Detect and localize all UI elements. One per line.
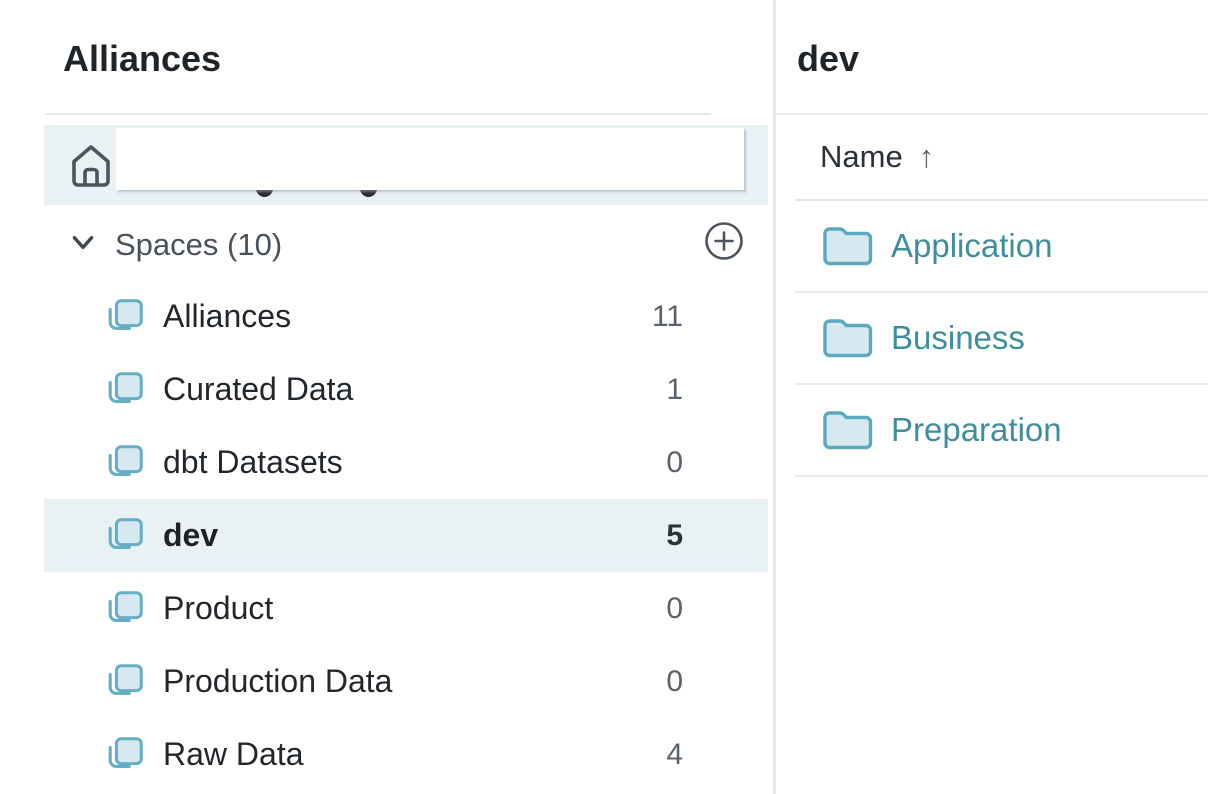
- space-row-raw-data[interactable]: Raw Data 4: [44, 718, 768, 791]
- chevron-down-icon[interactable]: [68, 227, 98, 257]
- space-count: 0: [666, 592, 683, 626]
- folder-link[interactable]: Application: [891, 227, 1052, 265]
- spaces-section-label: Spaces (10): [115, 229, 282, 261]
- space-label: Raw Data: [163, 736, 304, 773]
- home-icon: [65, 140, 117, 192]
- folder-row-business[interactable]: Business: [795, 293, 1208, 385]
- spaces-section-header: Spaces (10): [44, 205, 768, 280]
- space-label: Curated Data: [163, 371, 353, 408]
- space-icon: [104, 442, 146, 484]
- sidebar-title: Alliances: [63, 41, 221, 77]
- space-contents-title: dev: [797, 41, 859, 77]
- space-count: 4: [666, 738, 683, 772]
- space-count: 0: [666, 665, 683, 699]
- space-icon: [104, 515, 146, 557]
- folder-link[interactable]: Business: [891, 319, 1025, 357]
- space-row-curated-data[interactable]: Curated Data 1: [44, 353, 768, 426]
- space-row-dev[interactable]: dev 5: [44, 499, 768, 572]
- space-icon: [104, 734, 146, 776]
- space-icon: [104, 661, 146, 703]
- space-row-product[interactable]: Product 0: [44, 572, 768, 645]
- space-row-dbt-datasets[interactable]: dbt Datasets 0: [44, 426, 768, 499]
- space-count: 0: [666, 446, 683, 480]
- space-icon: [104, 588, 146, 630]
- sort-ascending-icon: ↑: [919, 140, 935, 174]
- space-row-production-data[interactable]: Production Data 0: [44, 645, 768, 718]
- space-icon: [104, 296, 146, 338]
- name-column-header[interactable]: Name ↑: [820, 140, 934, 174]
- folder-row-preparation[interactable]: Preparation: [795, 385, 1208, 477]
- space-label: Alliances: [163, 298, 291, 335]
- space-list: Alliances 11 Curated Data 1 dbt Datasets…: [44, 280, 768, 791]
- redaction-overlay: [116, 128, 744, 190]
- folder-link[interactable]: Preparation: [891, 411, 1062, 449]
- folder-icon: [821, 408, 875, 452]
- space-count: 5: [666, 519, 683, 553]
- app-screen: Alliances Spaces (10): [0, 0, 1208, 794]
- folder-icon: [821, 316, 875, 360]
- space-count: 11: [652, 300, 683, 334]
- name-column-label: Name: [820, 140, 903, 174]
- folder-row-application[interactable]: Application: [795, 201, 1208, 293]
- folder-table: Application Business Preparation: [795, 199, 1208, 477]
- space-icon: [104, 369, 146, 411]
- spaces-sidebar: Alliances Spaces (10): [0, 0, 773, 794]
- space-label: dev: [163, 517, 218, 554]
- sidebar-title-divider: [45, 113, 711, 115]
- folder-icon: [821, 224, 875, 268]
- space-label: Production Data: [163, 663, 392, 700]
- space-label: dbt Datasets: [163, 444, 343, 481]
- space-contents-title-divider: [776, 113, 1208, 115]
- space-row-alliances[interactable]: Alliances 11: [44, 280, 768, 353]
- add-space-button[interactable]: [703, 220, 745, 262]
- space-contents-panel: dev Name ↑ Application Business: [776, 0, 1208, 794]
- space-count: 1: [666, 373, 683, 407]
- home-row[interactable]: [44, 125, 768, 205]
- space-label: Product: [163, 590, 273, 627]
